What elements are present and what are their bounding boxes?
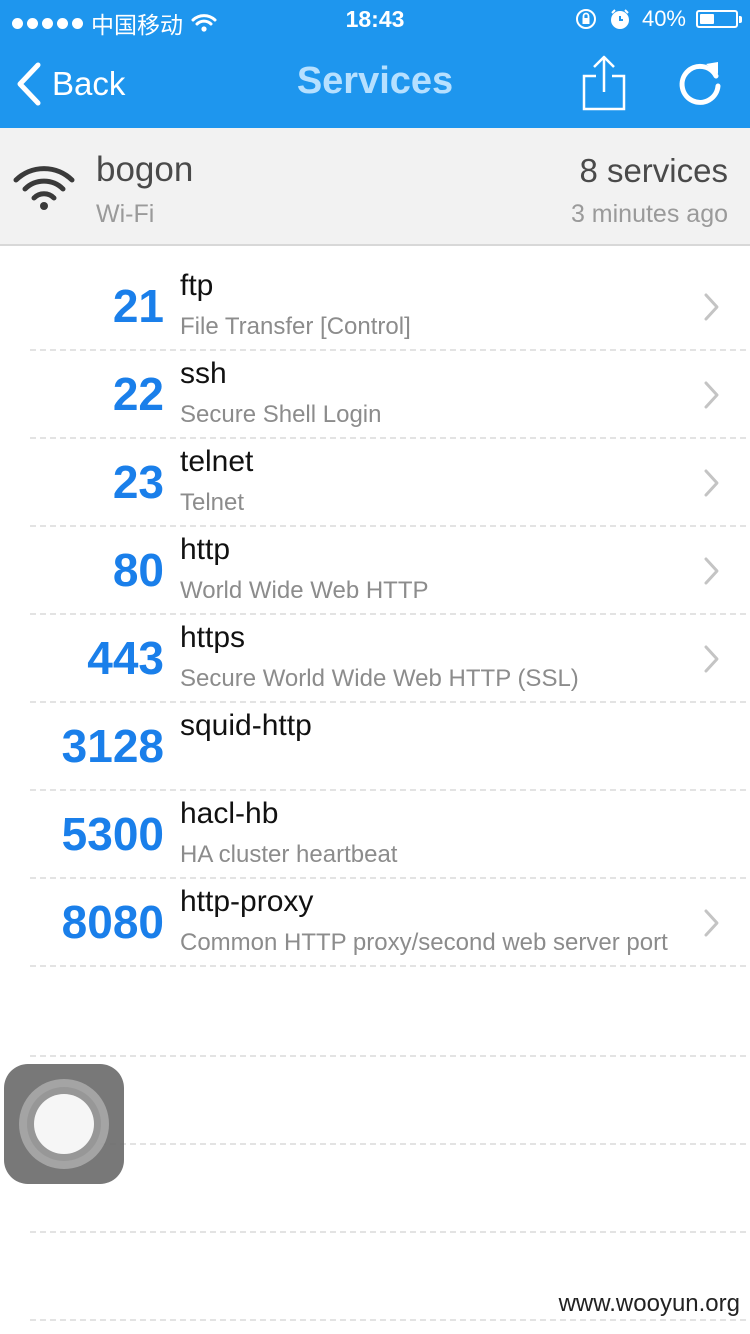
chevron-right-icon <box>704 469 719 497</box>
status-right: 40% <box>574 6 742 32</box>
list-separator <box>30 1055 746 1057</box>
service-name: ftp <box>180 269 214 302</box>
service-description: Secure Shell Login <box>180 401 382 428</box>
watermark: www.wooyun.org <box>558 1290 740 1317</box>
port-number: 22 <box>112 368 164 420</box>
service-row[interactable]: 21 ftp File Transfer [Control] <box>0 247 750 351</box>
service-row[interactable]: 23 telnet Telnet <box>0 439 750 527</box>
network-header: bogon Wi-Fi 8 services 3 minutes ago <box>0 128 750 246</box>
list-separator <box>30 1231 746 1233</box>
service-row[interactable]: 443 https Secure World Wide Web HTTP (SSL) <box>0 615 750 703</box>
service-name: http <box>180 533 231 566</box>
chevron-right-icon <box>704 293 719 321</box>
port-number: 80 <box>112 544 164 596</box>
service-name: hacl-hb <box>180 797 279 830</box>
battery-icon <box>696 10 742 28</box>
alarm-icon <box>610 9 629 29</box>
service-description: World Wide Web HTTP <box>180 577 429 604</box>
port-number: 3128 <box>61 720 164 772</box>
service-description: Secure World Wide Web HTTP (SSL) <box>180 665 579 692</box>
service-name: telnet <box>180 445 254 478</box>
navigation-bar: Back Services <box>0 40 750 128</box>
chevron-right-icon <box>704 645 719 673</box>
service-name: ssh <box>180 357 227 390</box>
service-row[interactable]: 3128 squid-http <box>0 703 750 791</box>
services-count: 8 services <box>579 152 728 189</box>
chevron-right-icon <box>704 909 719 937</box>
service-description: Common HTTP proxy/second web server port <box>180 929 668 956</box>
service-description: Telnet <box>180 489 245 516</box>
service-row[interactable]: 8080 http-proxy Common HTTP proxy/second w… <box>0 879 750 967</box>
chevron-right-icon <box>704 557 719 585</box>
service-description: HA cluster heartbeat <box>180 841 398 868</box>
chevron-right-icon <box>704 381 719 409</box>
service-name: https <box>180 621 246 654</box>
assistive-touch-button[interactable] <box>4 1064 124 1184</box>
scan-time: 3 minutes ago <box>570 200 728 228</box>
wifi-icon <box>13 166 75 210</box>
list-separator <box>30 1319 746 1321</box>
service-row[interactable]: 5300 hacl-hb HA cluster heartbeat <box>0 791 750 879</box>
service-description: File Transfer [Control] <box>180 313 411 340</box>
service-row[interactable]: 22 ssh Secure Shell Login <box>0 351 750 439</box>
port-number: 21 <box>112 280 164 332</box>
refresh-icon[interactable] <box>676 58 726 108</box>
port-number: 8080 <box>61 896 164 948</box>
page-title: Services <box>296 60 454 102</box>
service-list: 21 ftp File Transfer [Control] 22 ssh Secure … <box>0 247 750 967</box>
share-icon[interactable] <box>580 54 628 112</box>
list-separator <box>30 1143 746 1145</box>
top-bar: 中国移动 18:43 40% Back Services <box>0 0 750 128</box>
status-bar: 中国移动 18:43 40% <box>0 0 750 40</box>
rotation-lock-icon <box>575 9 596 29</box>
port-number: 443 <box>87 632 164 684</box>
battery-fill <box>700 14 714 24</box>
network-name: bogon <box>96 150 194 189</box>
service-name: squid-http <box>180 709 312 742</box>
service-name: http-proxy <box>180 885 314 918</box>
battery-percent: 40% <box>641 6 686 31</box>
port-number: 5300 <box>61 808 164 860</box>
port-number: 23 <box>112 456 164 508</box>
service-row[interactable]: 80 http World Wide Web HTTP <box>0 527 750 615</box>
network-type: Wi-Fi <box>96 200 155 228</box>
